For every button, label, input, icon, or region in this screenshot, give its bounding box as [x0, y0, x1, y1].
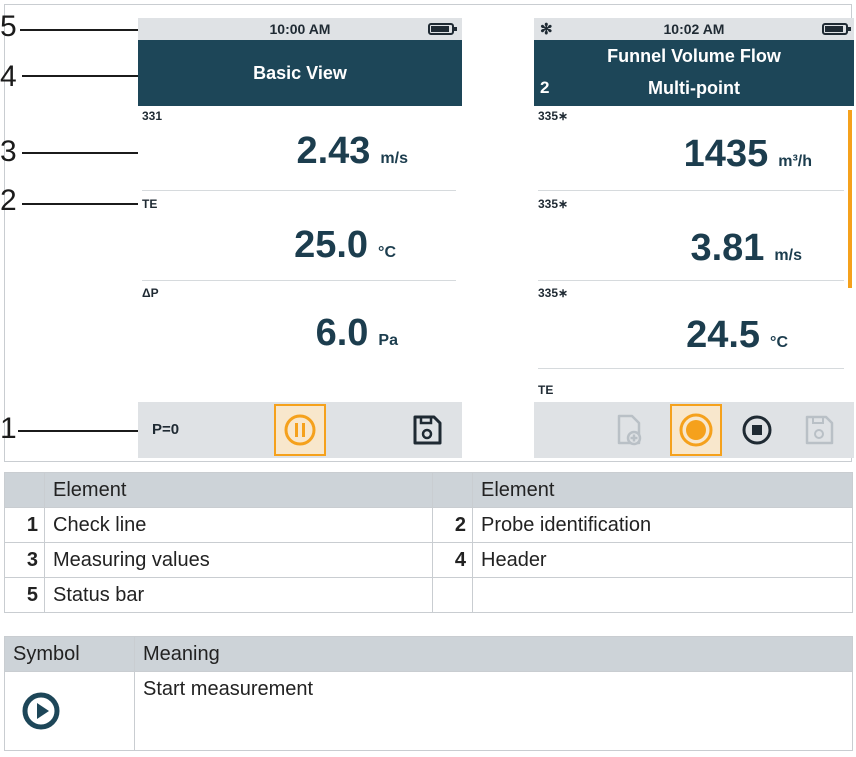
- callout-line-2: [22, 203, 138, 205]
- element-label: Check line: [44, 507, 433, 543]
- battery-icon: [822, 23, 851, 35]
- row-divider: [142, 190, 456, 191]
- table-row: Start measurement: [4, 671, 853, 751]
- column-header: Element: [44, 472, 433, 508]
- measure-unit: Pa: [378, 332, 398, 349]
- measure-value: 6.0: [315, 312, 369, 354]
- column-header: Symbol: [4, 636, 135, 672]
- callout-5: 5: [0, 10, 17, 43]
- element-label: Status bar: [44, 577, 433, 613]
- row-divider: [142, 280, 456, 281]
- status-time: 10:02 AM: [663, 21, 725, 37]
- callout-line-3: [22, 152, 138, 154]
- check-label: P=0: [152, 421, 180, 438]
- element-number: 5: [4, 577, 45, 613]
- column-header: Meaning: [134, 636, 853, 672]
- measure-unit: m/s: [774, 247, 802, 264]
- measure-row: 1435 m³/h: [534, 133, 812, 176]
- callout-line-1: [18, 430, 138, 432]
- battery-icon: [428, 23, 457, 35]
- measure-value: 2.43: [296, 130, 371, 172]
- measure-unit: m³/h: [778, 153, 812, 170]
- element-label: Header: [472, 542, 853, 578]
- left-screen: 10:00 AM Basic View 331 2.43 m/s TE 25.0 °…: [138, 18, 462, 458]
- element-number: 2: [432, 507, 473, 543]
- right-screen: ✻ 10:02 AM Funnel Volume Flow 2 Multi-po…: [534, 18, 854, 458]
- probe-label: ΔP: [142, 286, 159, 300]
- save-button[interactable]: [410, 413, 444, 447]
- measure-unit: m/s: [380, 150, 408, 167]
- measure-row: 25.0 °C: [138, 224, 396, 267]
- table-header-row: Element Element: [4, 472, 853, 508]
- callout-2: 2: [0, 184, 17, 217]
- header: Basic View: [138, 40, 462, 106]
- element-number: [432, 577, 473, 613]
- status-bar: ✻ 10:02 AM: [534, 18, 854, 40]
- stop-icon: [742, 415, 772, 445]
- measure-value: 1435: [683, 133, 769, 175]
- save-icon: [413, 415, 442, 445]
- record-icon: [679, 413, 713, 447]
- table-row: 5 Status bar: [4, 577, 853, 613]
- probe-label: 335∗: [538, 286, 569, 300]
- measure-row: 3.81 m/s: [534, 227, 802, 270]
- element-label: Measuring values: [44, 542, 433, 578]
- callout-3: 3: [0, 135, 17, 168]
- measure-unit: °C: [378, 244, 396, 261]
- element-label: [472, 577, 853, 613]
- element-number: 1: [4, 507, 45, 543]
- column-header: Element: [472, 472, 853, 508]
- bluetooth-icon: ✻: [540, 21, 553, 38]
- measure-unit: °C: [770, 334, 788, 351]
- measure-row: 24.5 °C: [534, 314, 788, 357]
- save-button[interactable]: [802, 413, 836, 447]
- play-circle-icon: [22, 692, 60, 730]
- probe-label: TE: [538, 383, 554, 397]
- meaning-text: Start measurement: [134, 671, 853, 751]
- probe-label: 331: [142, 109, 163, 123]
- status-bar: 10:00 AM: [138, 18, 462, 40]
- add-file-icon: [617, 414, 642, 446]
- symbol-cell: [4, 671, 135, 751]
- check-line: P=0: [138, 402, 462, 458]
- measure-row: 2.43 m/s: [138, 130, 408, 173]
- element-label: Probe identification: [472, 507, 853, 543]
- measure-value: 24.5: [686, 314, 761, 356]
- callout-line-4: [22, 75, 138, 77]
- measure-row: 6.0 Pa: [138, 312, 398, 355]
- row-divider: [538, 280, 844, 281]
- scrollbar[interactable]: [848, 110, 852, 288]
- pause-icon: [284, 414, 316, 446]
- measure-value: 3.81: [690, 227, 765, 269]
- header-title: Basic View: [253, 62, 347, 83]
- elements-table: Element Element 1 Check line 2 Probe ide…: [4, 472, 853, 613]
- table-row: 1 Check line 2 Probe identification: [4, 507, 853, 543]
- element-number: 4: [432, 542, 473, 578]
- header-title: Funnel Volume Flow: [607, 46, 781, 66]
- record-button[interactable]: [670, 404, 722, 456]
- callout-1: 1: [0, 412, 17, 445]
- measure-value: 25.0: [294, 224, 369, 266]
- row-divider: [538, 368, 844, 369]
- symbols-table: Symbol Meaning Start measurement: [4, 636, 853, 751]
- check-line: [534, 402, 854, 458]
- callout-4: 4: [0, 60, 17, 93]
- table-row: 3 Measuring values 4 Header: [4, 542, 853, 578]
- stop-button[interactable]: [740, 413, 774, 447]
- header-subtitle: Multi-point: [648, 78, 740, 98]
- header: Funnel Volume Flow 2 Multi-point: [534, 40, 854, 106]
- status-time: 10:00 AM: [269, 21, 331, 37]
- probe-label: 335∗: [538, 197, 569, 211]
- save-icon: [805, 415, 834, 445]
- probe-label: TE: [142, 197, 158, 211]
- callout-line-5: [20, 29, 138, 31]
- row-divider: [538, 190, 844, 191]
- probe-label: 335∗: [538, 109, 569, 123]
- pause-button[interactable]: [274, 404, 326, 456]
- element-number: 3: [4, 542, 45, 578]
- table-header-row: Symbol Meaning: [4, 636, 853, 672]
- add-file-button[interactable]: [612, 413, 646, 447]
